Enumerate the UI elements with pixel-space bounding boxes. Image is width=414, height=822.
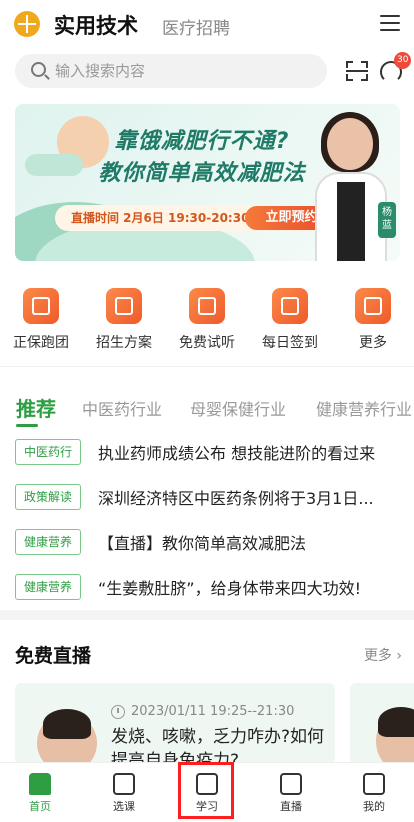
news-title: 【直播】教你简单高效减肥法 xyxy=(98,534,307,553)
menu-icon[interactable] xyxy=(380,15,400,31)
highlight-box xyxy=(178,762,234,819)
live-card[interactable]: 2023/01/11 19:25--21:30 发烧、咳嗽，乏力咋办?如何提高自… xyxy=(15,683,335,765)
more-label: 更多 xyxy=(363,648,392,664)
live-card-next[interactable] xyxy=(350,683,414,765)
banner-title-line1: 靠饿减肥行不通? xyxy=(114,129,290,154)
checkin-icon xyxy=(272,288,308,324)
banner-title: 靠饿减肥行不通? 教你简单高效减肥法 xyxy=(87,126,317,190)
search-icon xyxy=(31,62,46,77)
lecturer-avatar xyxy=(37,709,97,765)
lecturer-avatar xyxy=(376,707,414,765)
free-live-title: 免费直播 xyxy=(15,645,92,667)
host-photo xyxy=(315,110,387,261)
quick-entry-label: 更多 xyxy=(359,335,387,351)
news-title: 深圳经济特区中医药条例将于3月1日... xyxy=(98,489,374,508)
scan-icon[interactable] xyxy=(346,61,368,81)
nav-profile[interactable]: 我的 xyxy=(344,763,404,822)
quick-entry-enrollment-plan[interactable]: 招生方案 xyxy=(89,284,159,352)
tab-maternal-health-industry[interactable]: 母婴保健行业 xyxy=(190,396,286,420)
nav-label: 选课 xyxy=(113,800,135,813)
live-card-title: 发烧、咳嗽，乏力咋办?如何提高自身免疫力? xyxy=(111,727,325,765)
nav-live[interactable]: 直播 xyxy=(261,763,321,822)
banner-cloud-decoration xyxy=(25,154,83,176)
headphones-icon xyxy=(189,288,225,324)
quick-entry-label: 招生方案 xyxy=(96,335,152,351)
tab-health-nutrition-industry[interactable]: 健康营养行业 xyxy=(316,396,412,420)
tab-recommended[interactable]: 推荐 xyxy=(16,393,56,422)
app-logo-icon xyxy=(14,11,40,37)
nav-label: 直播 xyxy=(280,800,302,813)
news-title: 执业药师成绩公布 想技能进阶的看过来 xyxy=(98,444,376,463)
app-page: 实用技术 医疗招聘 30 靠饿减肥行不通? 教你简单高效减肥法 直播时间 2月6… xyxy=(0,0,414,822)
chevron-right-icon: › xyxy=(396,648,402,664)
runner-icon xyxy=(23,288,59,324)
active-tab-indicator xyxy=(16,424,38,427)
quick-entry-free-trial[interactable]: 免费试听 xyxy=(172,284,242,352)
tab-medical-recruitment[interactable]: 医疗招聘 xyxy=(162,14,230,39)
tab-practical-tech[interactable]: 实用技术 xyxy=(54,10,138,40)
news-item[interactable]: 政策解读 深圳经济特区中医药条例将于3月1日... xyxy=(0,482,414,514)
live-card-time: 2023/01/11 19:25--21:30 xyxy=(131,704,295,719)
news-tag: 健康营养 xyxy=(15,574,82,600)
top-header: 实用技术 医疗招聘 xyxy=(0,0,414,48)
quick-entry-running-club[interactable]: 正保跑团 xyxy=(6,284,76,352)
quick-entry-row: 正保跑团 招生方案 免费试听 每日签到 更多 xyxy=(0,284,414,354)
quick-entry-more[interactable]: 更多 xyxy=(338,284,408,352)
banner-title-line2: 教你简单高效减肥法 xyxy=(98,161,306,186)
nav-label: 我的 xyxy=(363,800,385,813)
search-bar[interactable] xyxy=(15,54,327,88)
banner-live-time: 直播时间 2月6日 19:30-20:30 xyxy=(71,211,250,225)
news-tag: 中医药行 xyxy=(15,439,82,465)
quick-entry-daily-checkin[interactable]: 每日签到 xyxy=(255,284,325,352)
grid-icon xyxy=(355,288,391,324)
nav-courses[interactable]: 选课 xyxy=(94,763,154,822)
news-item[interactable]: 健康营养 “生姜敷肚脐”，给身体带来四大功效! xyxy=(0,572,414,604)
tab-tcm-industry[interactable]: 中医药行业 xyxy=(82,396,162,420)
quick-entry-label: 正保跑团 xyxy=(13,335,69,351)
home-icon xyxy=(29,773,51,795)
more-link[interactable]: 更多 › xyxy=(364,645,402,665)
quick-entry-label: 每日签到 xyxy=(262,335,318,351)
book-icon xyxy=(106,288,142,324)
nav-label: 首页 xyxy=(29,800,51,813)
news-item[interactable]: 健康营养 【直播】教你简单高效减肥法 xyxy=(0,527,414,559)
profile-icon xyxy=(363,773,385,795)
clock-icon xyxy=(111,705,125,719)
news-tag: 健康营养 xyxy=(15,529,82,555)
host-name-tag: 杨蓝 xyxy=(378,202,396,238)
search-input[interactable] xyxy=(55,54,315,88)
quick-entry-label: 免费试听 xyxy=(179,335,235,351)
course-icon xyxy=(113,773,135,795)
news-tag: 政策解读 xyxy=(15,484,82,510)
news-title: “生姜敷肚脐”，给身体带来四大功效! xyxy=(98,579,361,598)
nav-home[interactable]: 首页 xyxy=(10,763,70,822)
promo-banner[interactable]: 靠饿减肥行不通? 教你简单高效减肥法 直播时间 2月6日 19:30-20:30… xyxy=(15,104,400,261)
divider xyxy=(0,366,414,367)
news-item[interactable]: 中医药行 执业药师成绩公布 想技能进阶的看过来 xyxy=(0,437,414,469)
tv-icon xyxy=(280,773,302,795)
message-count-badge: 30 xyxy=(394,52,412,69)
section-separator xyxy=(0,610,414,620)
